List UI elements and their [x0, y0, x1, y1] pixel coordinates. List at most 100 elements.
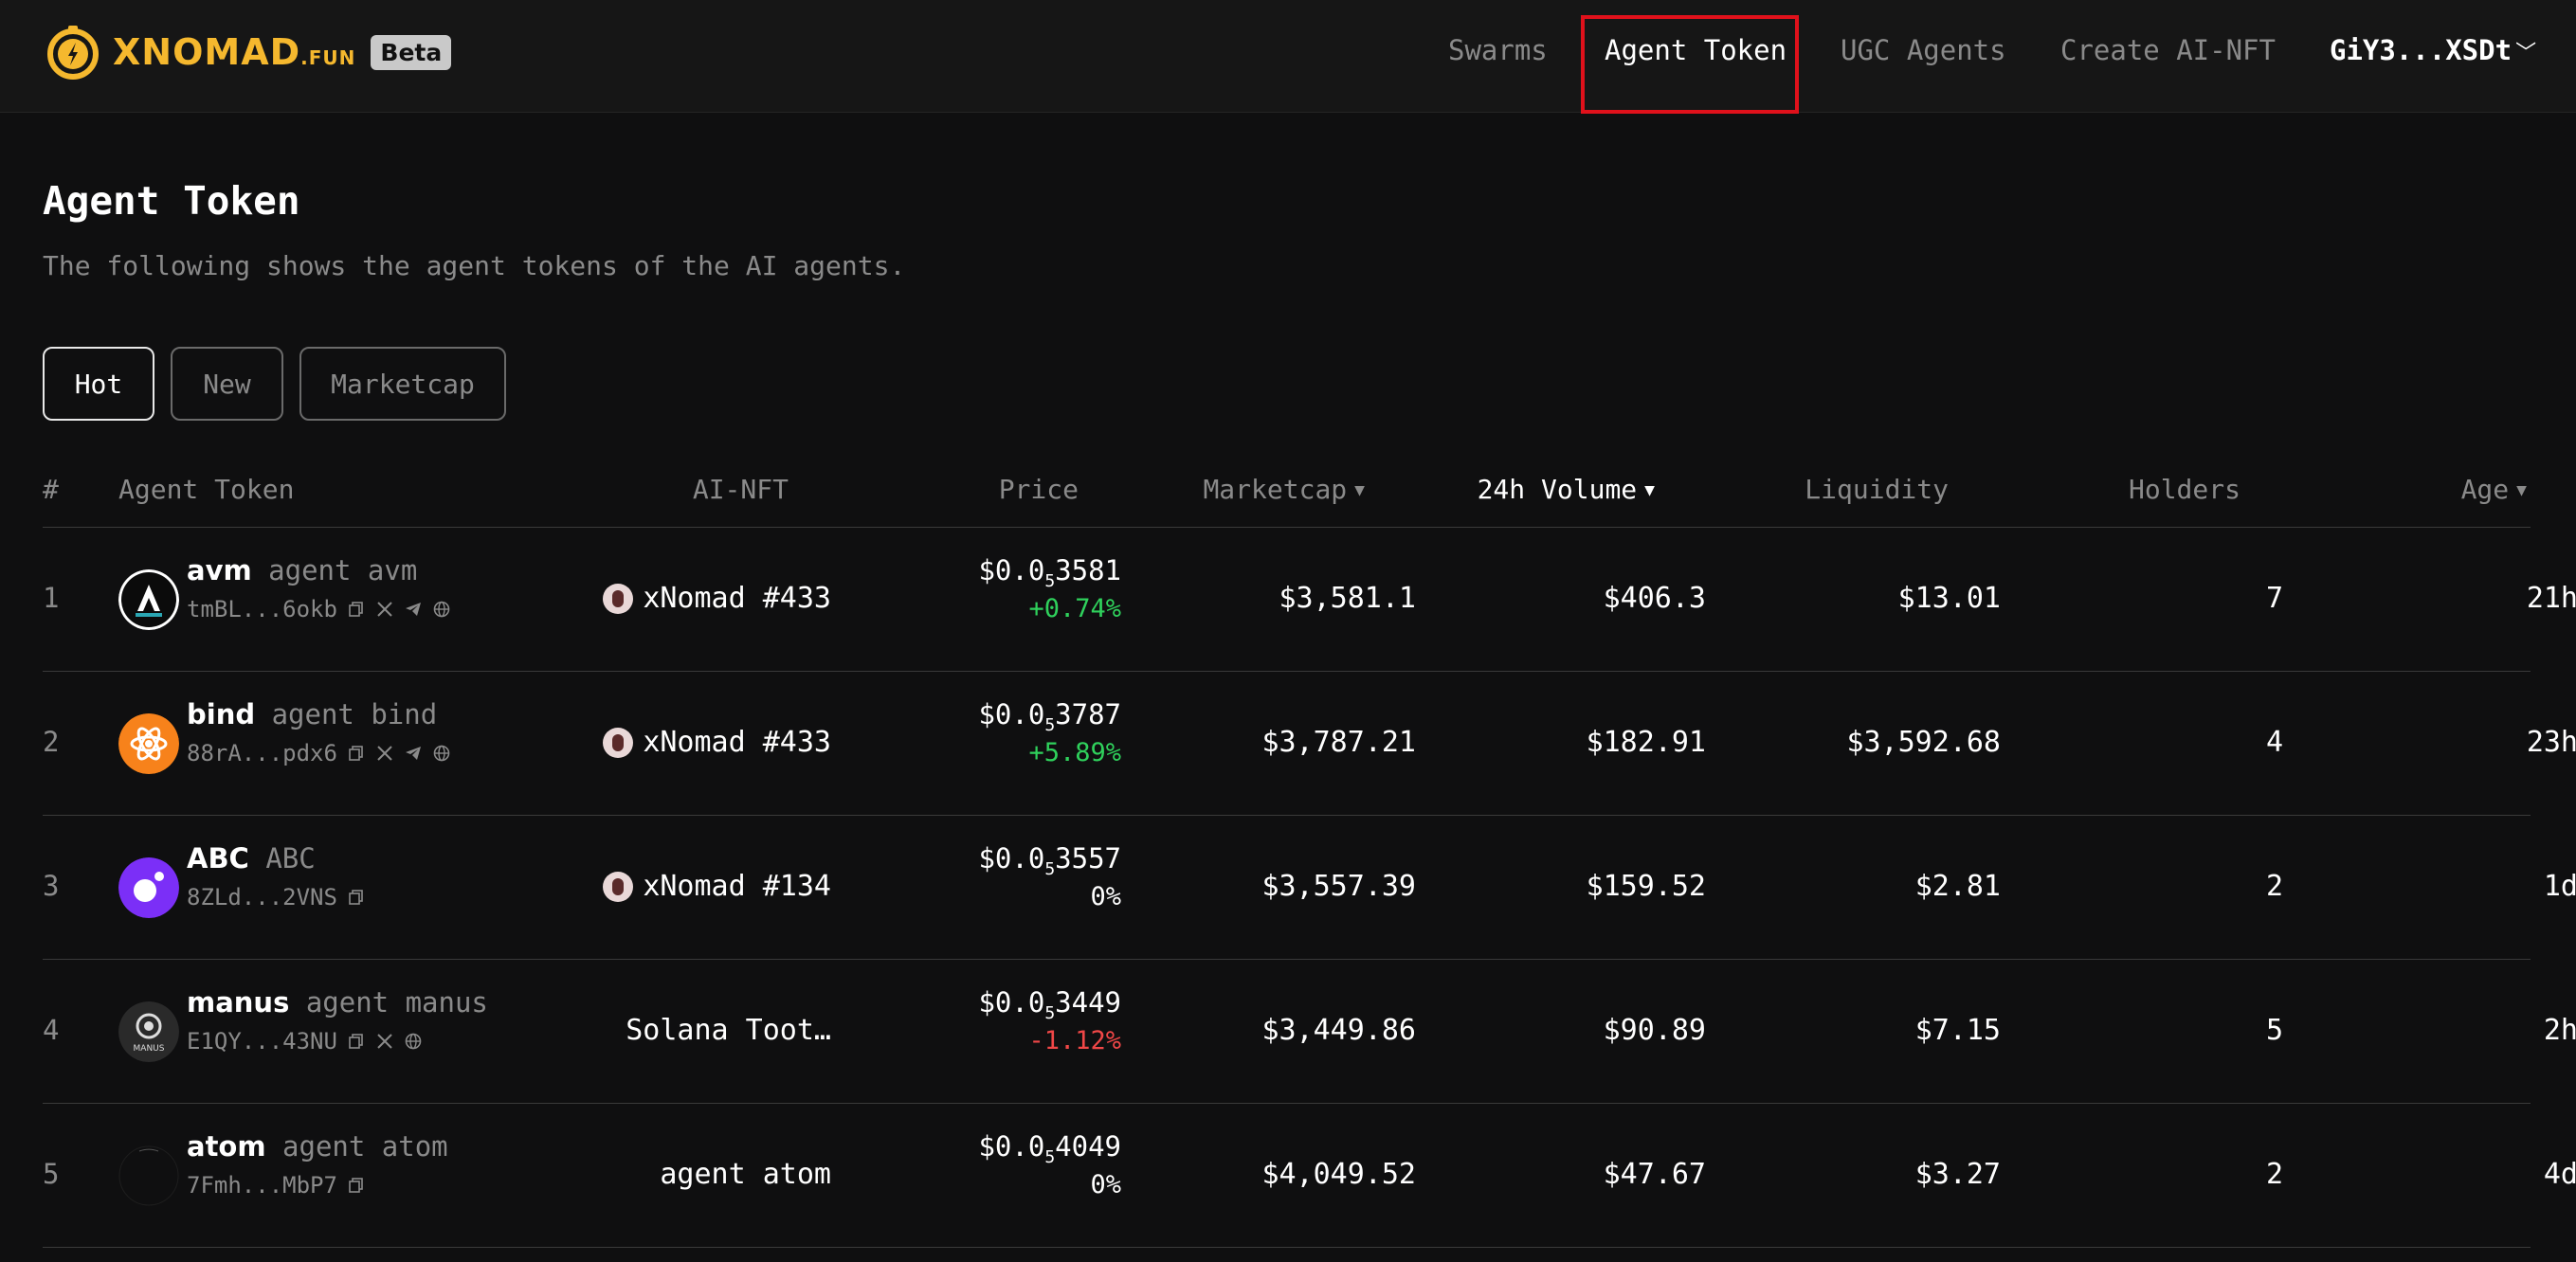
ai-nft-link[interactable]: Solana Toot…: [422, 1014, 831, 1047]
globe-icon[interactable]: [404, 1032, 423, 1051]
row-rank: 5: [43, 1158, 60, 1190]
holders-value: 2: [2265, 870, 2283, 903]
token-address: tmBL...6okb: [187, 596, 337, 622]
token-name[interactable]: avm agent avm: [187, 554, 417, 586]
token-address-line: 88rA...pdx6: [187, 740, 451, 766]
col-price: Price: [998, 474, 1079, 505]
token-address: E1QY...43NU: [187, 1028, 337, 1055]
token-name[interactable]: bind agent bind: [187, 698, 437, 730]
holders-value: 5: [2265, 1014, 2283, 1047]
token-name[interactable]: ABC ABC: [187, 842, 316, 874]
chevron-down-icon: ﹀: [2515, 42, 2537, 65]
ai-nft-name: xNomad #134: [643, 870, 831, 903]
col-24h-volume[interactable]: 24h Volume ▼: [1374, 474, 1655, 505]
volume-value: $182.91: [1586, 726, 1706, 759]
copy-icon[interactable]: [347, 1032, 366, 1051]
beta-badge: Beta: [371, 34, 452, 70]
copy-icon[interactable]: [347, 1176, 366, 1195]
price-change: +0.74%: [1028, 594, 1121, 623]
price-change: +5.89%: [1028, 738, 1121, 767]
age-value: 4d: [2543, 1158, 2576, 1191]
sort-caret-icon: ▼: [1354, 480, 1365, 500]
col-ai-nft: AI-NFT: [692, 474, 789, 505]
volume-value: $47.67: [1603, 1158, 1706, 1191]
liquidity-value: $3,592.68: [1846, 726, 2001, 759]
marketcap-value: $4,049.52: [1261, 1158, 1416, 1191]
col-rank: #: [43, 474, 59, 505]
token-symbol: manus: [187, 986, 290, 1019]
token-symbol: bind: [187, 698, 256, 730]
tab-marketcap[interactable]: Marketcap: [299, 347, 506, 421]
svg-text:MANUS: MANUS: [134, 1044, 165, 1054]
nav-ugc-agents[interactable]: UGC Agents: [1841, 34, 2006, 66]
tab-hot[interactable]: Hot: [43, 347, 154, 421]
filter-tabs: Hot New Marketcap: [43, 347, 506, 421]
wallet-dropdown[interactable]: GiY3...XSDt ﹀: [2330, 34, 2536, 66]
col-agent-token: Agent Token: [118, 474, 295, 505]
token-avatar: [118, 713, 179, 774]
table-row[interactable]: 3 ABC ABC 8ZLd...2VNS xNomad #134 $0.053…: [43, 816, 2576, 960]
marketcap-value: $3,449.86: [1261, 1014, 1416, 1047]
liquidity-value: $3.27: [1914, 1158, 2001, 1191]
tab-new[interactable]: New: [171, 347, 283, 421]
nft-avatar-icon: [603, 871, 634, 902]
nft-avatar-icon: [603, 727, 634, 758]
liquidity-value: $13.01: [1897, 582, 2001, 615]
liquidity-value: $2.81: [1914, 870, 2001, 903]
age-value: 21h: [2526, 582, 2576, 615]
active-nav-highlight: [1581, 15, 1799, 114]
table-row[interactable]: 5 atom agent atom 7Fmh...MbP7 agent atom…: [43, 1104, 2576, 1248]
token-avatar: MANUS: [118, 1001, 179, 1062]
table-row[interactable]: 2 bind agent bind 88rA...pdx6 xNomad #43…: [43, 672, 2576, 816]
nav-swarms[interactable]: Swarms: [1448, 34, 1548, 66]
row-rank: 1: [43, 582, 60, 614]
ai-nft-name: xNomad #433: [643, 726, 831, 759]
marketcap-value: $3,557.39: [1261, 870, 1416, 903]
logo-text: XNOMAD.FUN: [113, 31, 356, 73]
token-address-line: 8ZLd...2VNS: [187, 884, 366, 910]
x-twitter-icon[interactable]: [375, 1032, 394, 1051]
token-avatar: [118, 569, 179, 630]
token-symbol: atom: [187, 1130, 266, 1163]
wallet-address: GiY3...XSDt: [2330, 34, 2513, 66]
token-avatar: [118, 1145, 179, 1206]
col-age[interactable]: Age ▼: [2275, 474, 2527, 505]
logo[interactable]: XNOMAD.FUN Beta: [43, 19, 452, 85]
holders-value: 2: [2265, 1158, 2283, 1191]
row-rank: 2: [43, 726, 60, 758]
token-address-line: 7Fmh...MbP7: [187, 1172, 366, 1199]
telegram-icon[interactable]: [404, 744, 423, 763]
x-twitter-icon[interactable]: [375, 600, 394, 619]
copy-icon[interactable]: [347, 744, 366, 763]
x-twitter-icon[interactable]: [375, 744, 394, 763]
ai-nft-name: Solana Toot…: [626, 1014, 831, 1047]
token-name[interactable]: atom agent atom: [187, 1130, 448, 1163]
telegram-icon[interactable]: [404, 600, 423, 619]
row-divider: [43, 1247, 2531, 1248]
volume-value: $90.89: [1603, 1014, 1706, 1047]
page-title: Agent Token: [43, 178, 300, 224]
token-price: $0.053557: [978, 842, 1121, 879]
token-price: $0.053787: [978, 698, 1121, 735]
col-marketcap[interactable]: Marketcap ▼: [1090, 474, 1365, 505]
price-change: -1.12%: [1028, 1026, 1121, 1055]
token-address-line: E1QY...43NU: [187, 1028, 423, 1055]
copy-icon[interactable]: [347, 888, 366, 907]
ai-nft-link[interactable]: xNomad #433: [422, 582, 831, 615]
nav-create-ai-nft[interactable]: Create AI-NFT: [2060, 34, 2276, 66]
token-address: 7Fmh...MbP7: [187, 1172, 337, 1199]
token-description: agent avm: [268, 554, 418, 586]
ai-nft-link[interactable]: agent atom: [422, 1158, 831, 1191]
token-symbol: avm: [187, 554, 252, 586]
ai-nft-link[interactable]: xNomad #433: [422, 726, 831, 759]
table-row[interactable]: 4 MANUS manus agent manus E1QY...43NU So…: [43, 960, 2576, 1104]
token-symbol: ABC: [187, 842, 249, 874]
copy-icon[interactable]: [347, 600, 366, 619]
token-price: $0.053581: [978, 554, 1121, 591]
page-subtitle: The following shows the agent tokens of …: [43, 250, 906, 281]
token-price: $0.053449: [978, 986, 1121, 1023]
col-holders: Holders: [2128, 474, 2240, 505]
table-row[interactable]: 1 avm agent avm tmBL...6okb xNomad #433 …: [43, 528, 2576, 672]
ai-nft-link[interactable]: xNomad #134: [422, 870, 831, 903]
price-change: 0%: [1090, 882, 1121, 911]
